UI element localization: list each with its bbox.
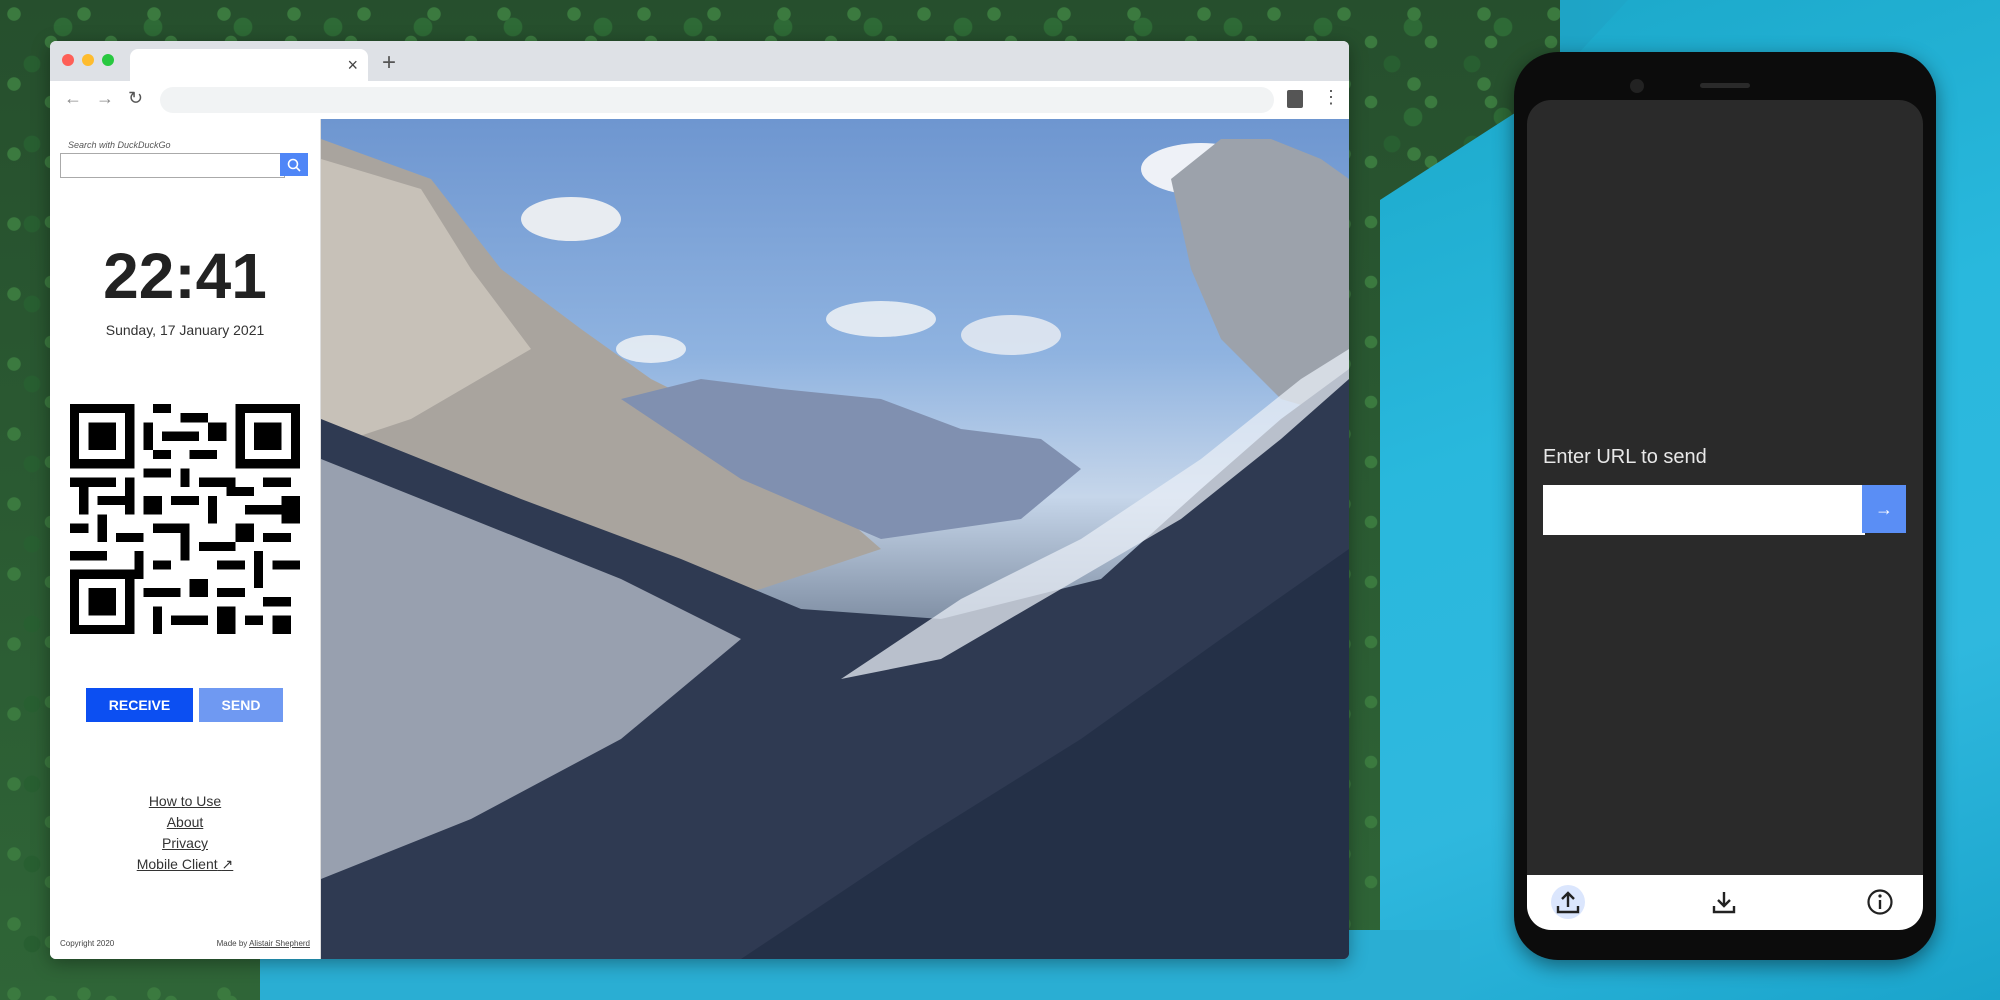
bottom-nav [1527, 875, 1923, 930]
menu-kebab-icon[interactable]: ⋮ [1322, 87, 1340, 108]
mobile-client-label: Mobile Client [136, 856, 218, 872]
maximize-window-button[interactable] [102, 54, 114, 66]
upload-tab[interactable] [1551, 885, 1585, 919]
download-tab[interactable] [1707, 885, 1741, 919]
sidebar-links: How to Use About Privacy Mobile Client ↗ [50, 791, 320, 875]
forward-icon[interactable]: → [96, 88, 114, 109]
send-button[interactable]: SEND [199, 688, 283, 722]
download-icon [1712, 892, 1736, 914]
clock: 22:41 [103, 240, 267, 312]
upload-icon [1556, 891, 1580, 914]
arrow-right-icon: → [1875, 498, 1893, 519]
search-icon [287, 158, 301, 172]
minimize-window-button[interactable] [82, 54, 94, 66]
page-content: Search with DuckDuckGo 22:41 Sunday, 17 … [50, 119, 1349, 959]
enter-url-label: Enter URL to send [1543, 446, 1707, 468]
new-tab-button[interactable]: + [382, 49, 396, 77]
close-window-button[interactable] [62, 54, 74, 66]
mobile-client-link[interactable]: Mobile Client ↗ [50, 854, 320, 875]
copyright: Copyright 2020 [60, 939, 115, 948]
extension-icon[interactable] [1287, 90, 1303, 108]
search-input[interactable] [60, 153, 285, 178]
date: Sunday, 17 January 2021 [105, 322, 265, 338]
receive-button[interactable]: RECEIVE [86, 688, 193, 722]
made-by: Made by Alistair Shepherd [217, 939, 310, 948]
search-label: Search with DuckDuckGo [68, 140, 171, 150]
url-input[interactable] [1543, 485, 1865, 535]
privacy-link[interactable]: Privacy [50, 833, 320, 854]
browser-tab[interactable]: × [130, 49, 368, 81]
background-photo [321, 119, 1349, 959]
info-tab[interactable] [1863, 885, 1897, 919]
external-link-icon: ↗ [221, 856, 234, 872]
how-to-use-link[interactable]: How to Use [50, 791, 320, 812]
speaker-grille [1700, 83, 1750, 88]
reload-icon[interactable]: ↻ [128, 88, 143, 109]
about-link[interactable]: About [50, 812, 320, 833]
send-url-button[interactable]: → [1862, 485, 1906, 533]
camera-icon [1630, 79, 1644, 93]
qr-code [70, 404, 300, 634]
address-bar[interactable] [160, 87, 1274, 113]
close-tab-icon[interactable]: × [347, 55, 358, 76]
made-by-label: Made by [216, 939, 248, 948]
author-link[interactable]: Alistair Shepherd [249, 939, 310, 948]
info-icon [1867, 889, 1893, 915]
search-button[interactable] [280, 153, 308, 176]
mountain-landscape [321, 139, 1349, 959]
phone-mockup: Enter URL to send → [1514, 52, 1936, 960]
back-icon[interactable]: ← [64, 88, 82, 109]
browser-window: × + ← → ↻ ⋮ Search with DuckDuckGo 22:41… [50, 41, 1349, 959]
sidebar: Search with DuckDuckGo 22:41 Sunday, 17 … [50, 119, 321, 959]
browser-toolbar: ← → ↻ ⋮ [50, 81, 1349, 120]
tab-bar: × + [50, 41, 1349, 81]
phone-screen: Enter URL to send → [1527, 100, 1923, 930]
